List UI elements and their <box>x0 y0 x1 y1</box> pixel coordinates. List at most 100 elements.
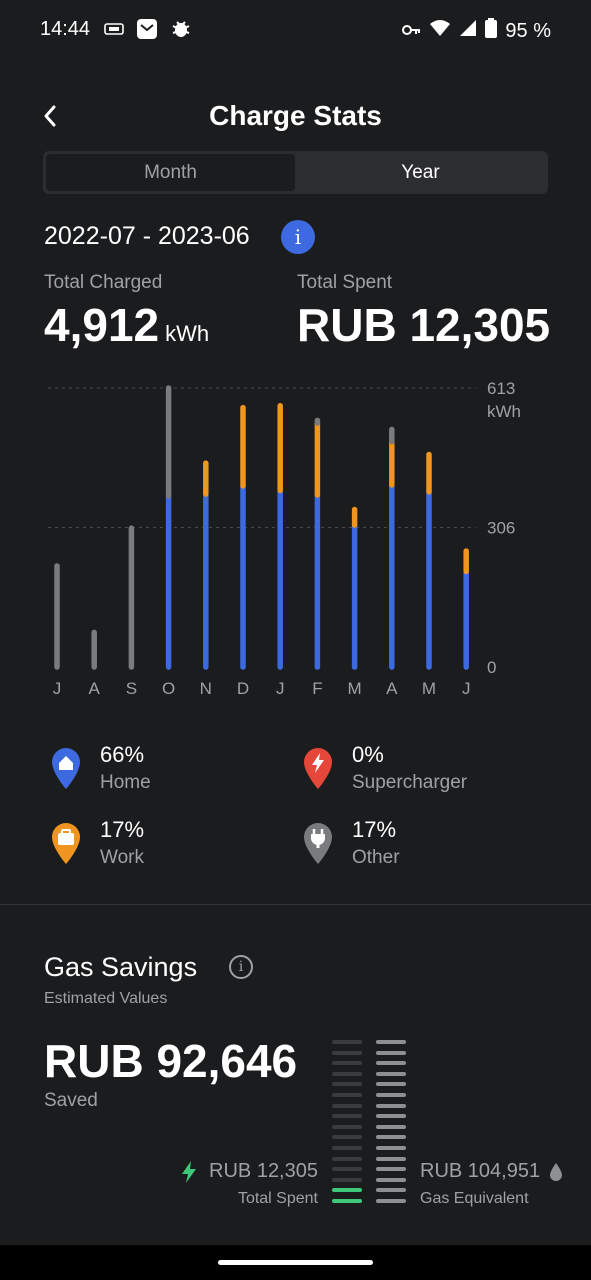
gas-equivalent-label: Gas Equivalent <box>420 1190 529 1207</box>
x-tick-label: F <box>312 679 322 698</box>
bolt-icon <box>182 1161 196 1183</box>
equiv-bar-segment <box>376 1188 406 1193</box>
total-spent-label: Total Spent <box>297 272 393 293</box>
spent-bar-segment <box>332 1050 362 1055</box>
total-charged: 4,912 kWh <box>44 298 209 352</box>
plug-pin-icon <box>304 823 332 864</box>
total-charged-label: Total Charged <box>44 272 163 293</box>
home-pin-icon <box>52 748 80 789</box>
equiv-bar-segment <box>376 1199 406 1203</box>
x-tick-label: J <box>276 679 285 698</box>
period-range: 2022-07 - 2023-06 <box>44 222 250 250</box>
equiv-bar-segment <box>376 1146 406 1150</box>
page-title: Charge Stats <box>209 100 382 131</box>
legend-supercharger-pct: 0% <box>352 742 384 767</box>
equiv-bar-segment <box>376 1061 406 1066</box>
y-unit-label: kWh <box>487 402 521 421</box>
chevron-left-icon <box>44 105 56 127</box>
spent-bar-segment <box>332 1082 362 1087</box>
spent-bar-segment <box>332 1199 362 1203</box>
x-tick-label: N <box>200 679 212 698</box>
legend-supercharger: 0% Supercharger <box>302 742 542 802</box>
spent-bar-segment <box>332 1061 362 1066</box>
gas-subtitle: Estimated Values <box>44 990 168 1007</box>
info-icon: i <box>238 959 244 975</box>
gas-equivalent-value: RUB 104,951 <box>420 1160 541 1182</box>
nav-bar <box>0 1245 591 1280</box>
equiv-bar-segment <box>376 1103 406 1108</box>
y-tick-label: 613 <box>487 379 515 398</box>
home-indicator[interactable] <box>218 1260 373 1265</box>
x-tick-label: M <box>348 679 362 698</box>
x-tick-label: S <box>126 679 137 698</box>
fuel-drop-icon <box>550 1163 562 1181</box>
gas-spent-label: Total Spent <box>237 1190 318 1207</box>
spent-bar-segment <box>332 1103 362 1108</box>
spent-bar-segment <box>332 1167 362 1172</box>
work-pin-icon <box>52 823 80 864</box>
legend-home-label: Home <box>100 772 151 793</box>
status-right: 95 % <box>401 18 551 44</box>
spent-bar-segment <box>332 1146 362 1150</box>
equiv-bar-segment <box>376 1124 406 1129</box>
signal-icon <box>459 19 477 43</box>
x-tick-label: A <box>386 679 398 698</box>
mail-icon <box>136 18 158 45</box>
x-tick-label: D <box>237 679 249 698</box>
equiv-bar-segment <box>376 1135 406 1140</box>
spent-bar-segment <box>332 1114 362 1119</box>
section-divider <box>0 904 591 905</box>
spent-bar-segment <box>332 1156 362 1161</box>
legend-work-pct: 17% <box>100 817 145 842</box>
equiv-bar-segment <box>376 1040 406 1044</box>
equiv-bar-segment <box>376 1114 406 1119</box>
x-tick-label: A <box>89 679 101 698</box>
gas-saved-amount: RUB 92,646 <box>44 1035 298 1087</box>
x-tick-label: O <box>162 679 175 698</box>
battery-percent: 95 % <box>505 19 551 42</box>
x-tick-label: J <box>53 679 62 698</box>
status-time: 14:44 <box>40 18 91 40</box>
total-charged-unit: kWh <box>165 321 210 346</box>
gas-spent-value: RUB 12,305 <box>209 1160 318 1182</box>
legend-other-label: Other <box>352 847 400 868</box>
legend-home-pct: 66% <box>100 742 145 767</box>
spent-bar-segment <box>332 1135 362 1140</box>
charge-chart: 0 306 613 kWh J A S O N D J F M A M J <box>48 379 521 698</box>
period-info-button[interactable]: i <box>281 220 315 254</box>
tab-year[interactable]: Year <box>296 154 545 191</box>
y-tick-label: 0 <box>487 658 496 677</box>
equiv-bar-segment <box>376 1050 406 1055</box>
status-bar: 14:44 95 % <box>0 0 591 60</box>
gas-savings-title: Gas Savings <box>44 952 198 982</box>
info-icon: i <box>294 225 302 249</box>
spent-bar-segment <box>332 1040 362 1044</box>
total-spent-value: RUB 12,305 <box>297 299 551 351</box>
x-tick-label: J <box>462 679 471 698</box>
spent-bar-segment <box>332 1124 362 1129</box>
back-button[interactable] <box>36 100 64 132</box>
spent-bar-segment <box>332 1177 362 1182</box>
equiv-bar-segment <box>376 1156 406 1161</box>
bug-icon <box>170 18 192 45</box>
total-charged-value: 4,912 <box>44 299 160 351</box>
y-tick-label: 306 <box>487 519 515 538</box>
spent-bar-segment <box>332 1093 362 1097</box>
equiv-bar-segment <box>376 1071 406 1076</box>
spent-bar-segment <box>332 1071 362 1076</box>
gas-info-button[interactable]: i <box>229 955 253 979</box>
sim-icon <box>104 22 124 41</box>
gas-saved-label: Saved <box>44 1090 98 1111</box>
x-tick-label: M <box>422 679 436 698</box>
equiv-bar-segment <box>376 1167 406 1172</box>
legend-work: 17% Work <box>50 817 290 877</box>
key-icon <box>401 20 421 43</box>
battery-icon <box>485 18 498 44</box>
equiv-bar-segment <box>376 1093 406 1097</box>
wifi-icon <box>429 19 451 43</box>
tab-month[interactable]: Month <box>46 154 295 191</box>
status-left-icons <box>104 18 192 45</box>
period-tabs: Month Year <box>43 151 548 194</box>
legend-work-label: Work <box>100 847 144 868</box>
legend-other: 17% Other <box>302 817 542 877</box>
